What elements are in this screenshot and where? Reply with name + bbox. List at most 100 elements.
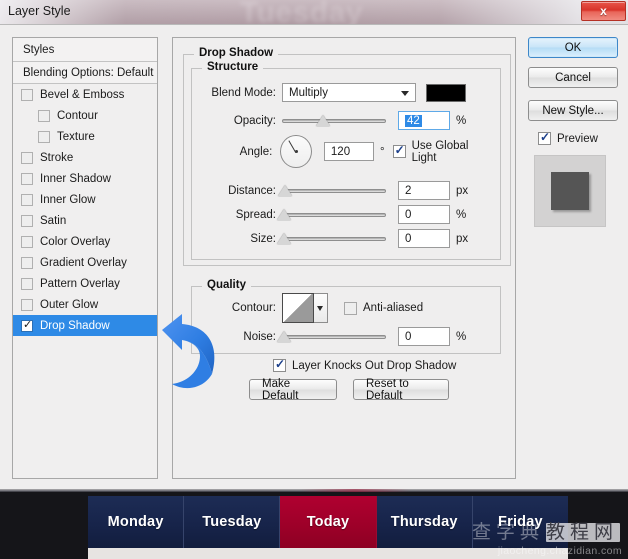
- bottom-navigation-bar: Monday Tuesday Today Thursday Friday 查字典 教程网…: [0, 492, 628, 559]
- dialog-body: Styles Blending Options: Default Bevel &…: [0, 24, 628, 489]
- style-checkbox-icon[interactable]: [38, 130, 50, 143]
- settings-panel: Drop Shadow Structure Blend Mode: Multip…: [172, 37, 516, 479]
- style-row-label: Stroke: [40, 151, 74, 164]
- new-style-button[interactable]: New Style...: [528, 100, 618, 121]
- nav-tab-tuesday[interactable]: Tuesday: [184, 496, 281, 548]
- opacity-label: Opacity:: [233, 114, 276, 127]
- style-row-label: Gradient Overlay: [40, 256, 127, 269]
- spread-slider-thumb[interactable]: [277, 208, 291, 220]
- distance-slider[interactable]: [278, 184, 386, 198]
- style-row-label: Contour: [57, 109, 98, 122]
- angle-dial[interactable]: [280, 135, 312, 168]
- style-row-drop-shadow[interactable]: Drop Shadow: [13, 315, 157, 336]
- nav-tab-thursday[interactable]: Thursday: [376, 496, 473, 548]
- preview-checkbox[interactable]: Preview: [538, 130, 618, 145]
- style-row-label: Color Overlay: [40, 235, 111, 248]
- size-input[interactable]: 0: [398, 229, 450, 248]
- opacity-slider[interactable]: [282, 114, 386, 128]
- dialog-title-bar[interactable]: Layer Style x: [0, 0, 628, 24]
- size-slider-thumb[interactable]: [277, 232, 291, 244]
- anti-aliased-checkbox[interactable]: Anti-aliased: [344, 301, 423, 315]
- make-default-button[interactable]: Make Default: [249, 378, 337, 402]
- style-checkbox-icon[interactable]: [21, 277, 33, 290]
- close-button[interactable]: x: [581, 1, 626, 21]
- contour-picker[interactable]: [282, 293, 328, 323]
- noise-input[interactable]: 0: [398, 327, 450, 346]
- style-checkbox-icon[interactable]: [38, 109, 50, 122]
- use-global-light-label: Use Global Light: [411, 139, 469, 164]
- style-checkbox-icon[interactable]: [21, 298, 33, 311]
- size-label: Size:: [250, 232, 276, 245]
- ok-button[interactable]: OK: [528, 37, 618, 58]
- noise-slider[interactable]: [277, 330, 386, 344]
- blend-mode-label: Blend Mode:: [211, 86, 276, 99]
- spread-input[interactable]: 0: [398, 205, 450, 224]
- angle-input[interactable]: 120: [323, 142, 374, 161]
- style-row-label: Bevel & Emboss: [40, 88, 125, 101]
- style-checkbox-icon[interactable]: [21, 193, 33, 206]
- style-row-gradient-overlay[interactable]: Gradient Overlay: [13, 252, 157, 273]
- nav-tab-friday[interactable]: Friday: [472, 496, 569, 548]
- noise-slider-thumb[interactable]: [277, 330, 291, 342]
- shadow-color-swatch[interactable]: [426, 83, 466, 102]
- title-bar-glass: [0, 0, 628, 24]
- style-row-pattern-overlay[interactable]: Pattern Overlay: [13, 273, 157, 294]
- layer-knocks-out-label: Layer Knocks Out Drop Shadow: [292, 359, 457, 372]
- style-checkbox-icon[interactable]: [21, 214, 33, 227]
- spread-slider[interactable]: [277, 208, 386, 222]
- style-checkbox-icon[interactable]: [21, 256, 33, 269]
- blend-mode-row: Blend Mode: Multiply: [192, 83, 492, 102]
- style-row-color-overlay[interactable]: Color Overlay: [13, 231, 157, 252]
- style-checkbox-icon[interactable]: [21, 172, 33, 185]
- style-checkbox-icon[interactable]: [21, 88, 33, 101]
- blend-mode-select[interactable]: Multiply: [282, 83, 416, 102]
- style-checkbox-icon[interactable]: [21, 318, 33, 332]
- style-row-bevel-emboss[interactable]: Bevel & Emboss: [13, 84, 157, 105]
- angle-label: Angle:: [239, 145, 273, 158]
- use-global-light-checkbox[interactable]: Use Global Light: [392, 139, 492, 164]
- noise-row: Noise: 0 %: [192, 327, 492, 346]
- nav-tab-label: Thursday: [390, 514, 458, 530]
- opacity-slider-thumb[interactable]: [316, 114, 330, 126]
- size-value: 0: [405, 232, 412, 245]
- opacity-unit: %: [456, 114, 467, 127]
- layer-knocks-out-checkbox[interactable]: Layer Knocks Out Drop Shadow: [273, 357, 457, 372]
- style-row-label: Texture: [57, 130, 95, 143]
- style-row-inner-shadow[interactable]: Inner Shadow: [13, 168, 157, 189]
- nav-tab-monday[interactable]: Monday: [88, 496, 185, 548]
- contour-preview-swatch[interactable]: [282, 293, 314, 323]
- size-unit: px: [456, 232, 469, 245]
- default-buttons-row: Make Default Reset to Default: [249, 378, 449, 402]
- style-checkbox-icon[interactable]: [21, 235, 33, 248]
- nav-tab-list: Monday Tuesday Today Thursday Friday: [88, 496, 569, 548]
- style-row-stroke[interactable]: Stroke: [13, 147, 157, 168]
- angle-row: Angle: 120 ° Use Global Light: [192, 135, 492, 168]
- distance-input[interactable]: 2: [398, 181, 450, 200]
- cancel-button[interactable]: Cancel: [528, 67, 618, 88]
- style-row-outer-glow[interactable]: Outer Glow: [13, 294, 157, 315]
- style-row-contour[interactable]: Contour: [13, 105, 157, 126]
- reset-to-default-button[interactable]: Reset to Default: [353, 378, 449, 402]
- style-row-inner-glow[interactable]: Inner Glow: [13, 189, 157, 210]
- contour-dropdown-button[interactable]: [314, 293, 328, 323]
- angle-dial-hub: [294, 150, 298, 153]
- spread-slider-track: [282, 212, 386, 217]
- size-slider[interactable]: [277, 232, 386, 246]
- distance-value: 2: [405, 184, 412, 197]
- dialog-actions-column: OK Cancel New Style... Preview: [528, 37, 618, 227]
- distance-slider-thumb[interactable]: [278, 184, 292, 196]
- style-row-texture[interactable]: Texture: [13, 126, 157, 147]
- angle-value: 120: [330, 145, 351, 158]
- layer-style-dialog: Layer Style x Styles Blending Options: D…: [0, 0, 628, 489]
- styles-list-panel: Styles Blending Options: Default Bevel &…: [12, 37, 158, 479]
- quality-group: Quality Contour: Anti-aliased Noise: 0 %: [191, 279, 501, 354]
- distance-label: Distance:: [228, 184, 276, 197]
- style-row-satin[interactable]: Satin: [13, 210, 157, 231]
- quality-group-title: Quality: [202, 279, 251, 291]
- style-row-label: Pattern Overlay: [40, 277, 120, 290]
- nav-tab-today[interactable]: Today: [280, 496, 377, 548]
- style-checkbox-icon[interactable]: [21, 151, 33, 164]
- opacity-input[interactable]: 42: [398, 111, 450, 130]
- blending-options-row[interactable]: Blending Options: Default: [13, 62, 157, 84]
- chevron-down-icon: [401, 91, 409, 96]
